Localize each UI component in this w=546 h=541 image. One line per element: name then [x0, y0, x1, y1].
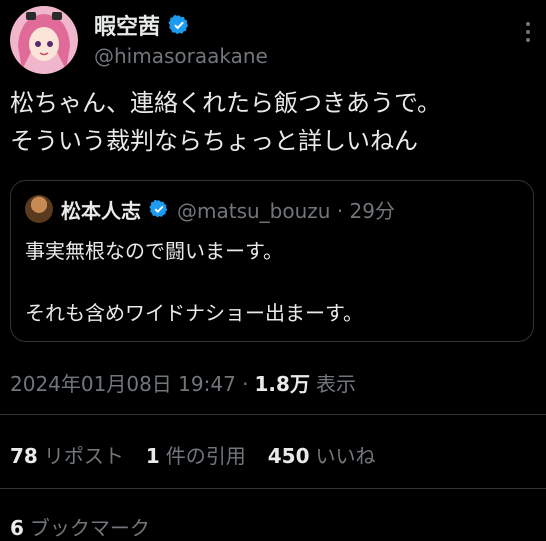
engagement-stats: 78 リポスト 1 件の引用 450 いいね	[10, 440, 398, 469]
likes-label[interactable]: いいね	[316, 440, 376, 469]
tweet-line: 松ちゃん、連絡くれたら飯つきあうで。	[10, 89, 442, 117]
quoted-tweet-line: それも含めワイドナショー出まーす。	[25, 301, 363, 325]
quoted-tweet-line: 事実無根なので闘いまーす。	[25, 239, 283, 263]
bookmarks-stat: 6 ブックマーク	[10, 512, 150, 541]
quoted-tweet-card[interactable]: 松本人志 @matsu_bouzu · 29分 事実無根なので闘いまーす。 それ…	[10, 180, 534, 342]
avatar-illustration-icon	[10, 6, 78, 74]
author-display-name[interactable]: 暇空茜	[94, 9, 160, 41]
bookmarks-label[interactable]: ブックマーク	[30, 512, 150, 541]
tweet-body: 松ちゃん、連絡くれたら飯つきあうで。 そういう裁判ならちょっと詳しいねん	[10, 84, 536, 160]
tweet-header: 暇空茜 @himasoraakane	[10, 6, 536, 76]
quoted-author-avatar	[25, 195, 53, 223]
quotes-count[interactable]: 1	[146, 444, 160, 468]
reposts-count[interactable]: 78	[10, 444, 38, 468]
reposts-label[interactable]: リポスト	[44, 440, 124, 469]
author-name-row: 暇空茜	[94, 10, 190, 40]
more-options-icon[interactable]	[524, 22, 532, 46]
quoted-author-name: 松本人志	[61, 198, 141, 223]
quotes-label[interactable]: 件の引用	[166, 440, 246, 469]
divider	[0, 488, 546, 489]
likes-count[interactable]: 450	[268, 444, 310, 468]
divider	[0, 414, 546, 415]
quoted-verified-badge-icon	[149, 199, 168, 218]
author-handle[interactable]: @himasoraakane	[94, 44, 268, 68]
bookmarks-count[interactable]: 6	[10, 516, 24, 540]
tweet-timestamp[interactable]: 2024年01月08日 19:47 ·	[10, 368, 249, 397]
views-label: 表示	[315, 372, 356, 396]
quoted-author-handle-time: @matsu_bouzu · 29分	[177, 198, 395, 223]
verified-badge-icon	[168, 14, 189, 35]
tweet-line: そういう裁判ならちょっと詳しいねん	[10, 127, 418, 155]
quoted-tweet-header: 松本人志 @matsu_bouzu · 29分	[25, 195, 395, 223]
views-count: 1.8万	[254, 372, 310, 396]
author-avatar[interactable]	[10, 6, 78, 74]
tweet-meta: 2024年01月08日 19:47 · 1.8万 表示	[10, 368, 356, 397]
